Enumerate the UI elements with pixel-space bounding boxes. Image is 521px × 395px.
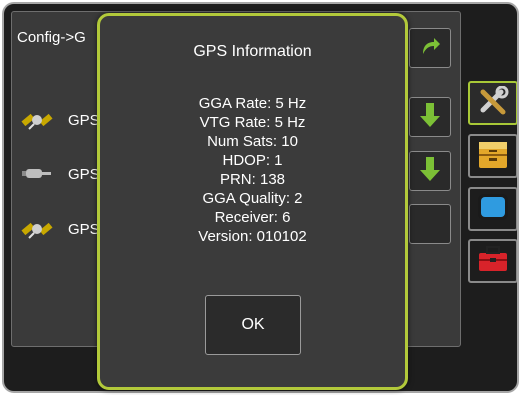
gps-info-list: GGA Rate: 5 Hz VTG Rate: 5 Hz Num Sats: … — [100, 94, 405, 246]
gps-row-2[interactable]: GPS — [20, 159, 100, 189]
receiver: Receiver: 6 — [214, 209, 291, 226]
tab-display[interactable] — [468, 187, 517, 231]
display-icon — [476, 192, 510, 227]
down-arrow-icon — [418, 155, 442, 188]
move-down-button[interactable] — [409, 97, 451, 137]
gps-row-1[interactable]: GPS — [20, 105, 100, 135]
gga-rate: GGA Rate: 5 Hz — [198, 95, 307, 112]
prn: PRN: 138 — [219, 171, 286, 188]
move-down-button-2[interactable] — [409, 151, 451, 191]
gps-row-3[interactable]: GPS — [20, 214, 100, 244]
ok-button[interactable]: OK — [205, 295, 301, 355]
satellite-icon — [20, 214, 54, 244]
tools-icon — [477, 85, 509, 121]
dialog-title: GPS Information — [193, 43, 312, 60]
gps-information-dialog: GPS Information GGA Rate: 5 Hz VTG Rate:… — [97, 13, 408, 390]
gps-receiver-icon — [20, 159, 54, 189]
satellite-icon — [20, 105, 54, 135]
gps-row-label: GPS — [68, 111, 100, 129]
toolbox-icon — [476, 244, 510, 279]
hdop: HDOP: 1 — [222, 152, 283, 169]
num-sats: Num Sats: 10 — [207, 133, 298, 150]
blank-button[interactable] — [409, 204, 451, 244]
redo-arrow-icon — [418, 34, 442, 63]
tab-tools[interactable] — [468, 81, 517, 125]
down-arrow-icon — [418, 101, 442, 134]
tab-toolbox[interactable] — [468, 239, 517, 283]
file-cabinet-icon — [476, 138, 510, 175]
redo-button[interactable] — [409, 28, 451, 68]
breadcrumb: Config->G — [17, 29, 86, 46]
gps-row-label: GPS — [68, 220, 100, 238]
gga-quality: GGA Quality: 2 — [202, 190, 303, 207]
screen: Config->G GPS GPS GPS GPS Information GG… — [0, 0, 521, 395]
version: Version: 010102 — [198, 228, 307, 245]
tab-file-cabinet[interactable] — [468, 134, 517, 178]
vtg-rate: VTG Rate: 5 Hz — [199, 114, 306, 131]
gps-row-label: GPS — [68, 165, 100, 183]
